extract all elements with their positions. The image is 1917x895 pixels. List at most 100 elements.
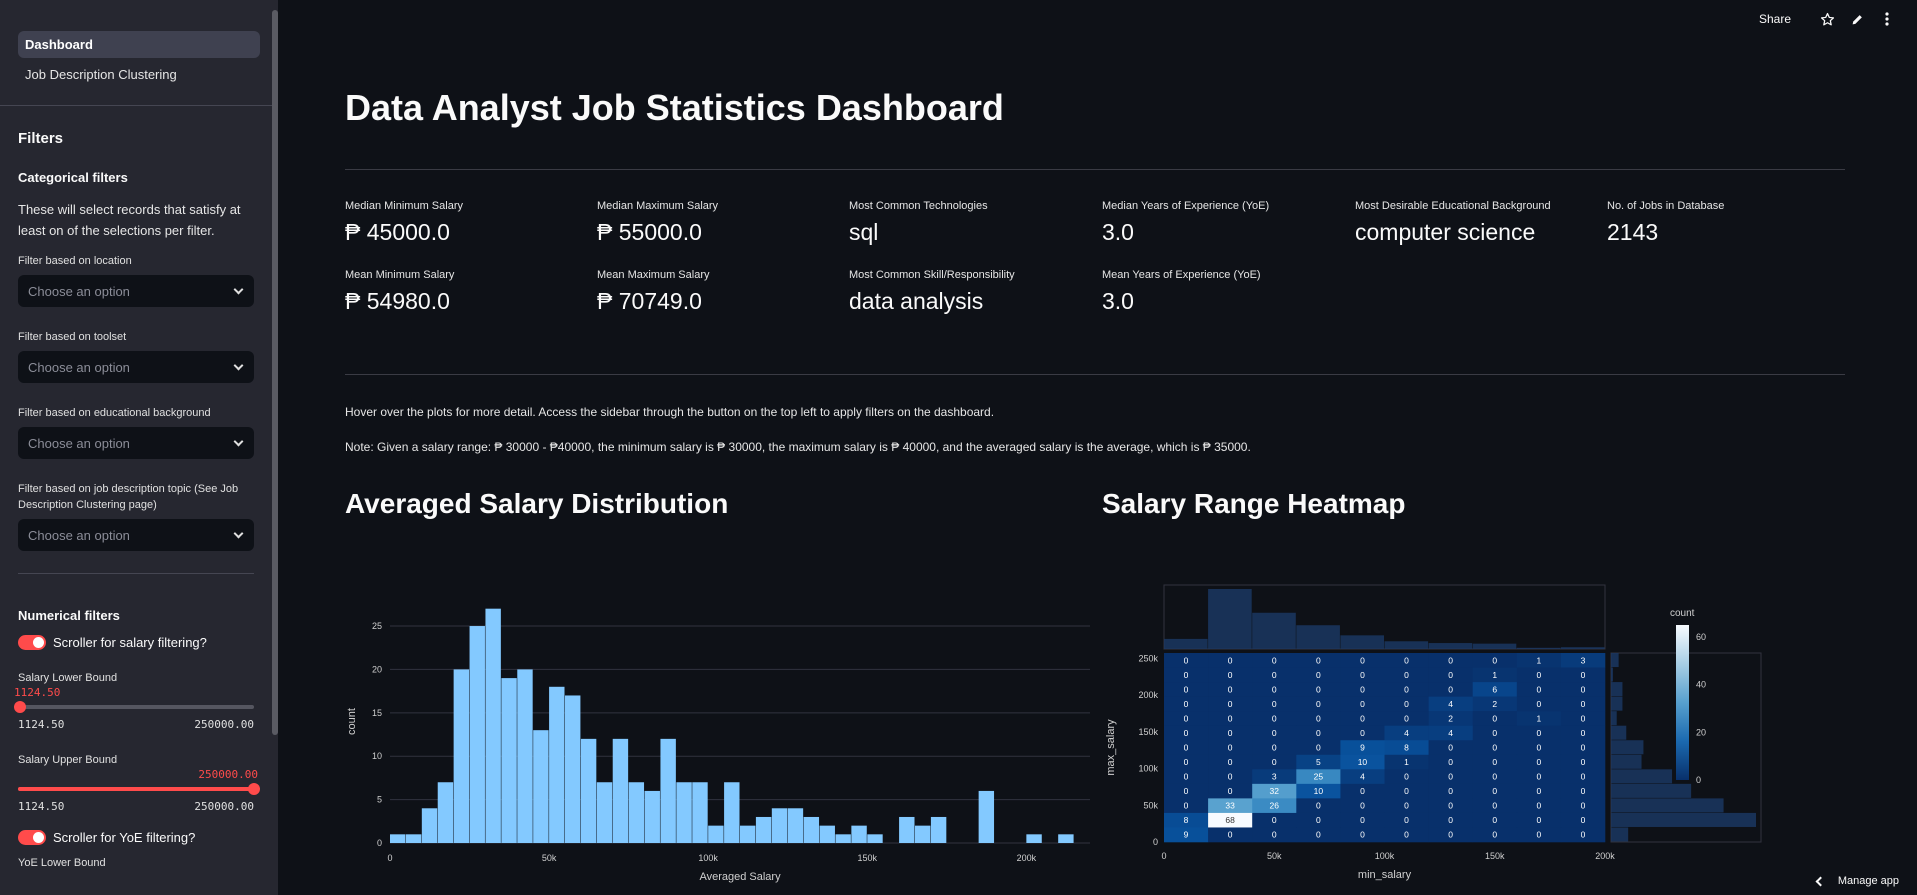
- x-tick-label: 100k: [1375, 851, 1395, 861]
- yoe-scroller-toggle[interactable]: Scroller for YoE filtering?: [18, 830, 254, 845]
- salary-upper-slider[interactable]: Salary Upper Bound 250000.00 1124.50 250…: [18, 754, 260, 818]
- cell-label: 0: [1404, 786, 1409, 796]
- categorical-filters-heading: Categorical filters: [18, 170, 128, 185]
- marginal-bar: [1611, 711, 1617, 726]
- histogram-bar: [533, 730, 549, 843]
- slider-handle[interactable]: [248, 783, 260, 795]
- y-tick-label: 5: [377, 795, 382, 805]
- toggle-switch[interactable]: [18, 830, 46, 845]
- toggle-switch[interactable]: [18, 635, 46, 650]
- histogram-bar: [644, 790, 660, 843]
- cell-label: 0: [1536, 684, 1541, 694]
- cell-label: 0: [1404, 670, 1409, 680]
- cell-label: 0: [1316, 728, 1321, 738]
- cell-label: 0: [1581, 772, 1586, 782]
- histogram-bar: [405, 834, 422, 843]
- cell-label: 0: [1184, 757, 1189, 767]
- cell-label: 0: [1492, 757, 1497, 767]
- topic-filter-select[interactable]: Choose an option: [18, 519, 254, 551]
- histogram-bar: [628, 782, 645, 843]
- histogram-bar: [580, 738, 597, 843]
- cell-label: 0: [1316, 815, 1321, 825]
- manage-app-button[interactable]: Manage app: [1815, 875, 1899, 887]
- cell-label: 0: [1448, 830, 1453, 840]
- salary-scroller-toggle[interactable]: Scroller for salary filtering?: [18, 635, 254, 650]
- metric-median-max-salary: Median Maximum Salary ₱ 55000.0: [597, 200, 718, 246]
- slider-track[interactable]: [18, 783, 260, 795]
- cell-label: 0: [1492, 815, 1497, 825]
- y-tick-label: 150k: [1138, 727, 1158, 737]
- histogram-bar: [787, 808, 804, 843]
- toolset-filter-label: Filter based on toolset: [18, 331, 127, 343]
- cell-label: 0: [1536, 815, 1541, 825]
- y-tick-label: 25: [372, 621, 382, 631]
- histogram-bar: [437, 782, 454, 843]
- metric-value: sql: [849, 219, 879, 245]
- slider-max: 250000.00: [194, 800, 254, 813]
- cell-label: 0: [1360, 670, 1365, 680]
- cell-label: 0: [1360, 786, 1365, 796]
- y-tick-label: 20: [372, 664, 382, 674]
- edit-icon[interactable]: [1849, 11, 1865, 27]
- sidebar-scrollbar[interactable]: [270, 0, 278, 895]
- cell-label: 2: [1492, 699, 1497, 709]
- cell-label: 0: [1272, 699, 1277, 709]
- cell-label: 0: [1316, 655, 1321, 665]
- education-filter-select[interactable]: Choose an option: [18, 427, 254, 459]
- salary-lower-slider[interactable]: Salary Lower Bound 1124.50 1124.50 25000…: [14, 672, 254, 736]
- toolset-filter-select[interactable]: Choose an option: [18, 351, 254, 383]
- histogram-bar: [867, 834, 883, 843]
- metric-mean-yoe: Mean Years of Experience (YoE) 3.0: [1102, 269, 1261, 315]
- marginal-bar: [1428, 643, 1473, 649]
- cell-label: 0: [1448, 684, 1453, 694]
- cell-label: 0: [1360, 713, 1365, 723]
- y-axis-label: count: [346, 708, 358, 735]
- cell-label: 0: [1228, 655, 1233, 665]
- slider-handle[interactable]: [14, 701, 26, 713]
- cell-label: 0: [1404, 655, 1409, 665]
- more-options-icon[interactable]: [1879, 11, 1895, 27]
- cell-label: 9: [1184, 830, 1189, 840]
- salary-range-heatmap-chart[interactable]: 0 0 0 0 0 0 0 0 1 30 0 0 0 0 0 0 1 0 00 0 0 0 0 0 0 6 0 00 0 0 0 0 0 4 2 0 0…: [1100, 580, 1790, 895]
- marginal-bar: [1516, 647, 1561, 649]
- marginal-bar: [1296, 625, 1340, 649]
- cell-label: 0: [1492, 743, 1497, 753]
- histogram-bar: [724, 782, 740, 843]
- nav-item-job-description-clustering[interactable]: Job Description Clustering: [18, 61, 260, 88]
- cell-label: 25: [1314, 772, 1324, 782]
- histogram-bar: [453, 669, 470, 843]
- x-axis-label: Averaged Salary: [699, 871, 781, 883]
- cell-label: 2: [1448, 713, 1453, 723]
- x-tick-label: 200k: [1017, 853, 1037, 863]
- cell-label: 26: [1270, 801, 1280, 811]
- nav-item-dashboard[interactable]: Dashboard: [18, 31, 260, 58]
- divider: [345, 374, 1845, 375]
- histogram-bar: [755, 816, 772, 843]
- histogram-bar: [596, 782, 613, 843]
- colorbar-tick-label: 40: [1696, 680, 1706, 690]
- cell-label: 0: [1492, 801, 1497, 811]
- cell-label: 1: [1536, 713, 1541, 723]
- metric-value: ₱ 54980.0: [345, 288, 450, 314]
- cell-label: 0: [1316, 670, 1321, 680]
- histogram-bar: [915, 825, 931, 843]
- metric-label: Median Maximum Salary: [597, 200, 719, 212]
- select-placeholder: Choose an option: [28, 436, 130, 451]
- cell-label: 0: [1272, 743, 1277, 753]
- location-filter-select[interactable]: Choose an option: [18, 275, 254, 307]
- cell-label: 0: [1448, 670, 1453, 680]
- histogram-bar: [469, 626, 485, 843]
- histogram-bar: [390, 834, 406, 843]
- sidebar-divider: [18, 573, 254, 574]
- cell-label: 0: [1492, 728, 1497, 738]
- salary-histogram-chart[interactable]: 0 5 10 15 20 25 0 50k 100k 150k 200k Averaged Salar…: [340, 585, 1100, 895]
- cell-label: 0: [1404, 815, 1409, 825]
- cell-label: 0: [1581, 815, 1586, 825]
- metric-label: Median Years of Experience (YoE): [1102, 200, 1270, 212]
- histogram-bar: [676, 782, 692, 843]
- cell-label: 0: [1536, 801, 1541, 811]
- slider-track[interactable]: [14, 701, 254, 713]
- cell-label: 0: [1448, 655, 1453, 665]
- cell-label: 4: [1404, 728, 1409, 738]
- x-tick-label: 150k: [1485, 851, 1505, 861]
